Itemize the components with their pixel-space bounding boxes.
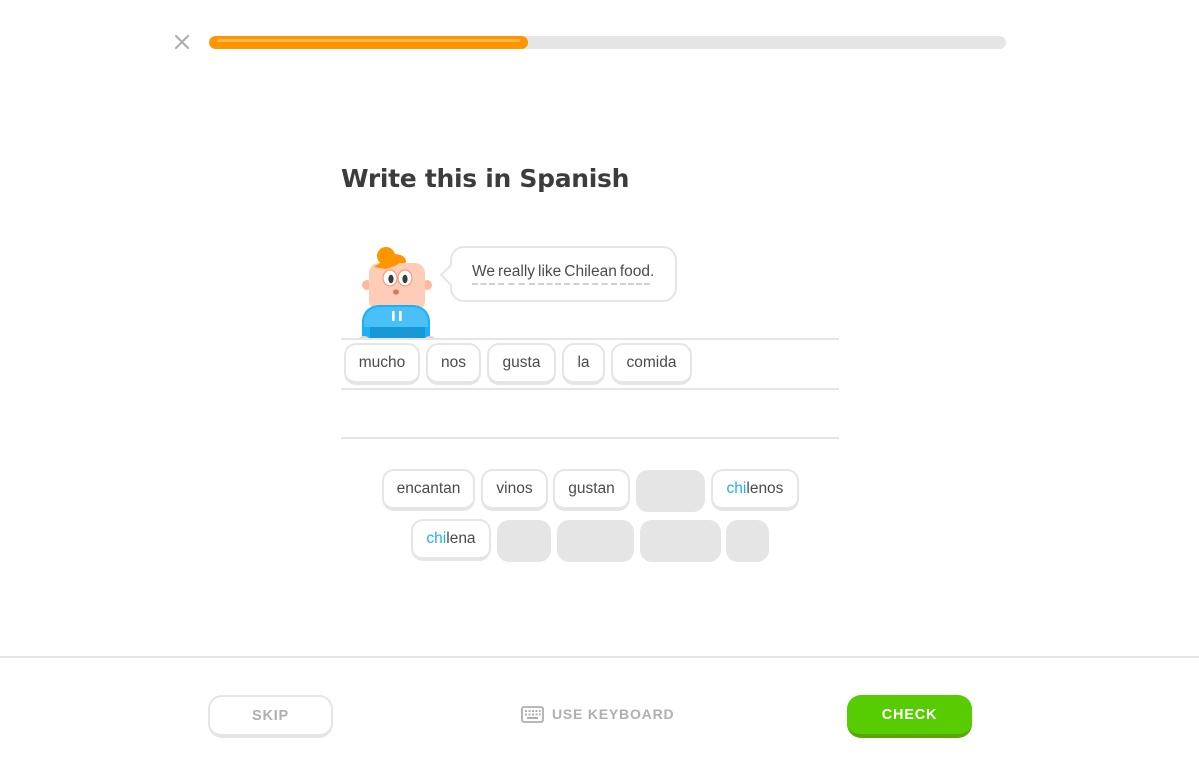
- word-bank-slot-used: [640, 520, 721, 562]
- speech-bubble-tail: [439, 263, 463, 287]
- answer-chip[interactable]: comida: [611, 343, 692, 385]
- speech-bubble: We really like Chilean food.: [439, 246, 677, 302]
- prompt-word[interactable]: Chilean: [564, 263, 617, 285]
- prompt-word[interactable]: food: [619, 263, 651, 285]
- word-bank-slot-used: [636, 470, 705, 512]
- word-bank-chip[interactable]: gustan: [553, 469, 630, 511]
- word-bank-chip[interactable]: vinos: [481, 469, 548, 511]
- word-bank-slot-used: [497, 520, 551, 562]
- word-bank-slot-used: [726, 520, 769, 562]
- answer-line: [341, 338, 839, 340]
- answer-chip[interactable]: gusta: [487, 343, 556, 385]
- prompt-word[interactable]: really: [497, 263, 536, 285]
- use-keyboard-button[interactable]: USE KEYBOARD: [521, 702, 674, 726]
- progress-bar: [209, 36, 1006, 49]
- word-bank-chip[interactable]: chi lena: [411, 519, 491, 561]
- answer-chip[interactable]: mucho: [344, 343, 420, 385]
- close-button[interactable]: [171, 31, 193, 53]
- answer-chip[interactable]: nos: [426, 343, 481, 385]
- answer-chip[interactable]: la: [562, 343, 605, 385]
- prompt-word[interactable]: like: [538, 263, 562, 285]
- character-avatar: [356, 243, 436, 342]
- word-bank-chip[interactable]: encantan: [382, 469, 475, 511]
- use-keyboard-label: USE KEYBOARD: [552, 706, 675, 722]
- prompt-sentence: We really like Chilean food.: [472, 263, 654, 285]
- word-bank-slot-used: [557, 520, 634, 562]
- answer-line: [341, 437, 839, 439]
- skip-button[interactable]: SKIP: [208, 695, 333, 738]
- word-rest: lena: [446, 530, 476, 547]
- footer-divider: [0, 656, 1199, 658]
- check-button[interactable]: CHECK: [847, 695, 972, 738]
- word-rest: lenos: [746, 480, 784, 497]
- progress-fill: [209, 36, 528, 49]
- word-highlight: chi: [726, 480, 747, 497]
- progress-shine: [217, 39, 520, 42]
- answer-line: [341, 388, 839, 390]
- challenge-title: Write this in Spanish: [341, 164, 630, 193]
- prompt-punctuation: .: [650, 263, 655, 280]
- word-highlight: chi: [426, 530, 447, 547]
- word-bank-chip[interactable]: chi lenos: [711, 469, 799, 511]
- prompt-word[interactable]: We: [472, 263, 495, 285]
- keyboard-icon: [521, 705, 544, 723]
- close-icon: [174, 34, 190, 50]
